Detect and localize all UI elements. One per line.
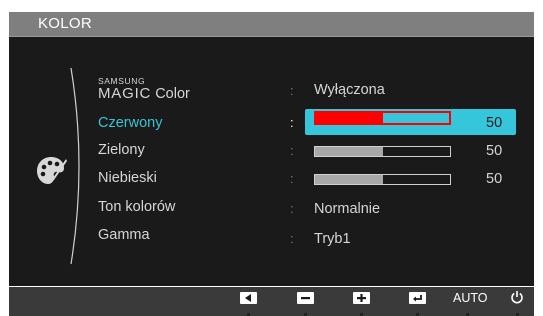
- green-slider[interactable]: [314, 146, 451, 157]
- power-icon[interactable]: [510, 290, 524, 304]
- magic-label: MAGIC: [98, 85, 152, 102]
- colon-separator: :: [290, 143, 294, 158]
- menu-item-blue[interactable]: Niebieski: [98, 170, 157, 186]
- menu-item-green[interactable]: Zielony: [98, 142, 145, 158]
- color-tone-value: Normalnie: [314, 201, 381, 217]
- minus-icon[interactable]: [297, 292, 314, 304]
- blue-slider[interactable]: [314, 174, 451, 185]
- menu-divider-arc: [70, 67, 80, 265]
- blue-slider-fill: [315, 175, 383, 184]
- green-value: 50: [486, 143, 503, 159]
- enter-icon[interactable]: [409, 292, 426, 304]
- color-word-label: Color: [155, 86, 190, 102]
- red-slider[interactable]: [314, 111, 451, 125]
- osd-window: KOLOR SAMSUNG MAGIC Color : Wyłączona Cz…: [9, 12, 534, 286]
- colon-separator: :: [290, 171, 294, 186]
- menu-item-red[interactable]: Czerwony: [98, 115, 162, 131]
- colon-separator: :: [290, 83, 294, 98]
- auto-button[interactable]: AUTO: [453, 291, 488, 305]
- gamma-value: Tryb1: [314, 231, 351, 247]
- plus-icon[interactable]: [353, 292, 370, 304]
- color-palette-icon: [37, 157, 67, 184]
- menu-item-gamma[interactable]: Gamma: [98, 227, 150, 243]
- green-slider-fill: [315, 147, 383, 156]
- menu-item-magic-color[interactable]: SAMSUNG MAGIC Color: [98, 77, 190, 103]
- magic-color-value: Wyłączona: [314, 82, 385, 98]
- colon-separator: :: [290, 115, 294, 130]
- osd-title: KOLOR: [38, 15, 93, 32]
- menu-item-color-tone[interactable]: Ton kolorów: [98, 199, 175, 215]
- osd-header: KOLOR: [9, 12, 534, 37]
- colon-separator: :: [290, 231, 294, 246]
- red-value: 50: [486, 115, 503, 131]
- colon-separator: :: [290, 201, 294, 216]
- blue-value: 50: [486, 171, 503, 187]
- left-arrow-icon[interactable]: [240, 292, 257, 304]
- red-slider-fill: [316, 113, 383, 123]
